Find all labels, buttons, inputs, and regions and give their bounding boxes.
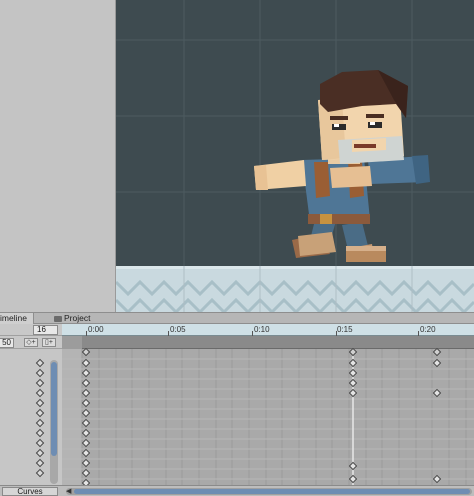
add-event-button[interactable]: ▯+ [42,338,56,347]
tick-label: 0:10 [254,325,270,334]
hierarchy-panel [0,0,116,312]
scroll-left-icon[interactable]: ◀ [66,488,71,495]
tab-timeline[interactable]: imeline [0,313,34,324]
tick-label: 0:15 [337,325,353,334]
samples-field[interactable]: 50 [0,338,14,348]
folder-icon [54,316,62,322]
add-event-icon: ▯+ [45,339,53,346]
scene-canvas [116,0,474,312]
frame-field[interactable]: 16 [33,325,58,335]
summary-left-gutter [62,336,82,349]
tab-bar: imeline Project [0,312,474,324]
ruler-ticks: 0:00 0:05 0:10 0:15 0:20 [82,324,474,336]
curves-button[interactable]: Curves [2,487,58,496]
tab-timeline-label: imeline [0,313,27,323]
tab-project-label: Project [64,313,91,323]
sample-control-row: 50 ◇+ ▯+ [0,336,62,349]
add-keyframe-icon: ◇+ [26,339,36,346]
bottom-bar: Curves ◀ [0,485,474,496]
tab-project[interactable]: Project [52,313,90,324]
summary-keyframe-row[interactable] [62,336,474,349]
tick-label: 0:05 [170,325,186,334]
property-scroll-thumb[interactable] [51,362,57,456]
frame-control-row: 16 [0,324,62,336]
tick-label: 0:00 [88,325,104,334]
add-keyframe-button[interactable]: ◇+ [24,338,38,347]
timeline-scroll-thumb[interactable] [74,489,470,494]
dopesheet-grid[interactable] [62,349,474,485]
tick-label: 0:20 [420,325,436,334]
scene-view[interactable] [116,0,474,312]
dopesheet-canvas [62,349,474,485]
character-sprite [254,70,430,262]
